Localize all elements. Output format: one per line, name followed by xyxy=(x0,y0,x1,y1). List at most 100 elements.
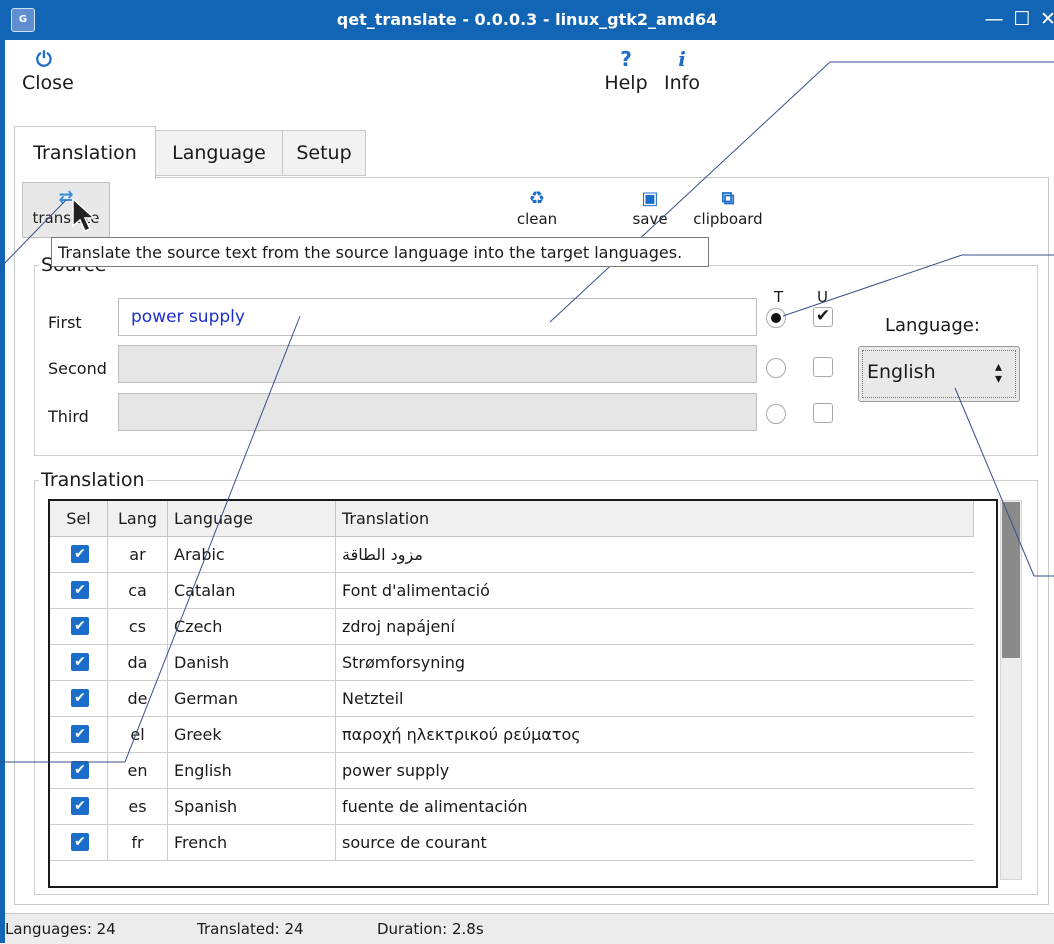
source-third-radio[interactable] xyxy=(766,404,786,424)
info-icon: i xyxy=(678,47,686,71)
row-translation-text[interactable]: fuente de alimentación xyxy=(336,789,974,824)
language-label: Language: xyxy=(885,315,980,336)
clipboard-label: clipboard xyxy=(693,210,763,228)
close-window-button[interactable]: ✕ xyxy=(1036,7,1054,31)
row-sel-cell: ✔ xyxy=(50,753,108,788)
row-lang-code: en xyxy=(108,753,168,788)
table-row[interactable]: ✔ en English power supply xyxy=(50,753,974,789)
table-row[interactable]: ✔ ca Catalan Font d'alimentació xyxy=(50,573,974,609)
row-sel-cell: ✔ xyxy=(50,573,108,608)
row-select-checkbox[interactable]: ✔ xyxy=(71,833,89,851)
info-button[interactable]: i Info xyxy=(652,46,712,94)
clean-button[interactable]: ♻ clean xyxy=(505,188,569,228)
row-translation-text[interactable]: zdroj napájení xyxy=(336,609,974,644)
minimize-button[interactable]: — xyxy=(982,7,1006,31)
source-third-checkbox[interactable] xyxy=(813,403,833,423)
help-button[interactable]: ? Help xyxy=(604,46,648,94)
tab-language[interactable]: Language xyxy=(155,130,283,176)
row-translation-text[interactable]: power supply xyxy=(336,753,974,788)
row-translation-text[interactable]: Netzteil xyxy=(336,681,974,716)
source-second-input[interactable] xyxy=(118,345,757,383)
row-language-name: German xyxy=(168,681,336,716)
row-select-checkbox[interactable]: ✔ xyxy=(71,761,89,779)
column-u-header: U xyxy=(817,288,828,306)
row-translation-text[interactable]: مزود الطاقة xyxy=(336,537,974,572)
source-second-label: Second xyxy=(48,359,107,378)
source-third-input[interactable] xyxy=(118,393,757,431)
tab-setup[interactable]: Setup xyxy=(282,130,366,176)
header-lang[interactable]: Lang xyxy=(108,501,168,537)
row-lang-code: ca xyxy=(108,573,168,608)
row-sel-cell: ✔ xyxy=(50,645,108,680)
table-scrollbar-thumb[interactable] xyxy=(1002,502,1020,658)
translation-legend: Translation xyxy=(41,469,145,491)
row-lang-code: da xyxy=(108,645,168,680)
tab-translation[interactable]: Translation xyxy=(14,126,156,179)
row-lang-code: es xyxy=(108,789,168,824)
maximize-button[interactable]: ☐ xyxy=(1010,7,1034,31)
table-row[interactable]: ✔ da Danish Strømforsyning xyxy=(50,645,974,681)
row-select-checkbox[interactable]: ✔ xyxy=(71,545,89,563)
row-select-checkbox[interactable]: ✔ xyxy=(71,797,89,815)
floppy-icon: ▣ xyxy=(641,188,659,209)
source-first-checkbox[interactable]: ✔ xyxy=(813,307,833,327)
save-button[interactable]: ▣ save xyxy=(626,188,674,228)
save-label: save xyxy=(632,210,668,228)
table-row[interactable]: ✔ ar Arabic مزود الطاقة xyxy=(50,537,974,573)
row-sel-cell: ✔ xyxy=(50,537,108,572)
clean-label: clean xyxy=(516,210,558,228)
help-label: Help xyxy=(604,72,648,94)
row-language-name: French xyxy=(168,825,336,860)
window-left-border xyxy=(0,40,5,943)
row-sel-cell: ✔ xyxy=(50,681,108,716)
source-first-radio[interactable] xyxy=(766,308,786,328)
table-row[interactable]: ✔ fr French source de courant xyxy=(50,825,974,861)
row-sel-cell: ✔ xyxy=(50,609,108,644)
power-icon: ⏻ xyxy=(36,47,52,71)
row-select-checkbox[interactable]: ✔ xyxy=(71,689,89,707)
row-lang-code: fr xyxy=(108,825,168,860)
translate-tooltip: Translate the source text from the sourc… xyxy=(51,237,709,267)
source-first-input[interactable]: power supply xyxy=(118,298,757,336)
source-second-checkbox[interactable] xyxy=(813,357,833,377)
row-sel-cell: ✔ xyxy=(50,717,108,752)
status-bar: Languages: 24 Translated: 24 Duration: 2… xyxy=(5,913,1054,944)
row-translation-text[interactable]: Strømforsyning xyxy=(336,645,974,680)
row-lang-code: ar xyxy=(108,537,168,572)
row-language-name: Spanish xyxy=(168,789,336,824)
title-bar: G qet_translate - 0.0.0.3 - linux_gtk2_a… xyxy=(0,0,1054,40)
row-select-checkbox[interactable]: ✔ xyxy=(71,581,89,599)
source-first-label: First xyxy=(48,313,82,332)
row-sel-cell: ✔ xyxy=(50,789,108,824)
recycle-icon: ♻ xyxy=(528,188,546,209)
header-language[interactable]: Language xyxy=(168,501,336,537)
clipboard-button[interactable]: ⧉ clipboard xyxy=(686,188,770,228)
language-select-value: English xyxy=(867,361,936,383)
info-label: Info xyxy=(664,72,700,94)
language-select[interactable]: English ▴ ▾ xyxy=(858,346,1020,402)
row-lang-code: cs xyxy=(108,609,168,644)
row-select-checkbox[interactable]: ✔ xyxy=(71,653,89,671)
row-translation-text[interactable]: Font d'alimentació xyxy=(336,573,974,608)
table-row[interactable]: ✔ es Spanish fuente de alimentación xyxy=(50,789,974,825)
status-languages: Languages: 24 xyxy=(5,920,116,938)
row-language-name: Greek xyxy=(168,717,336,752)
close-button[interactable]: ⏻ Close xyxy=(22,46,82,94)
header-translation[interactable]: Translation xyxy=(336,501,974,537)
clipboard-icon: ⧉ xyxy=(721,188,735,209)
table-row[interactable]: ✔ el Greek παροχή ηλεκτρικού ρεύματος xyxy=(50,717,974,753)
header-sel[interactable]: Sel xyxy=(50,501,108,537)
row-translation-text[interactable]: παροχή ηλεκτρικού ρεύματος xyxy=(336,717,974,752)
table-row[interactable]: ✔ cs Czech zdroj napájení xyxy=(50,609,974,645)
row-select-checkbox[interactable]: ✔ xyxy=(71,725,89,743)
source-second-radio[interactable] xyxy=(766,358,786,378)
row-language-name: Danish xyxy=(168,645,336,680)
row-translation-text[interactable]: source de courant xyxy=(336,825,974,860)
source-third-label: Third xyxy=(48,407,89,426)
mouse-cursor-icon xyxy=(72,198,96,232)
table-row[interactable]: ✔ de German Netzteil xyxy=(50,681,974,717)
row-language-name: Arabic xyxy=(168,537,336,572)
translation-table: Sel Lang Language Translation ✔ ar Arabic م… xyxy=(48,499,998,888)
row-lang-code: de xyxy=(108,681,168,716)
row-select-checkbox[interactable]: ✔ xyxy=(71,617,89,635)
